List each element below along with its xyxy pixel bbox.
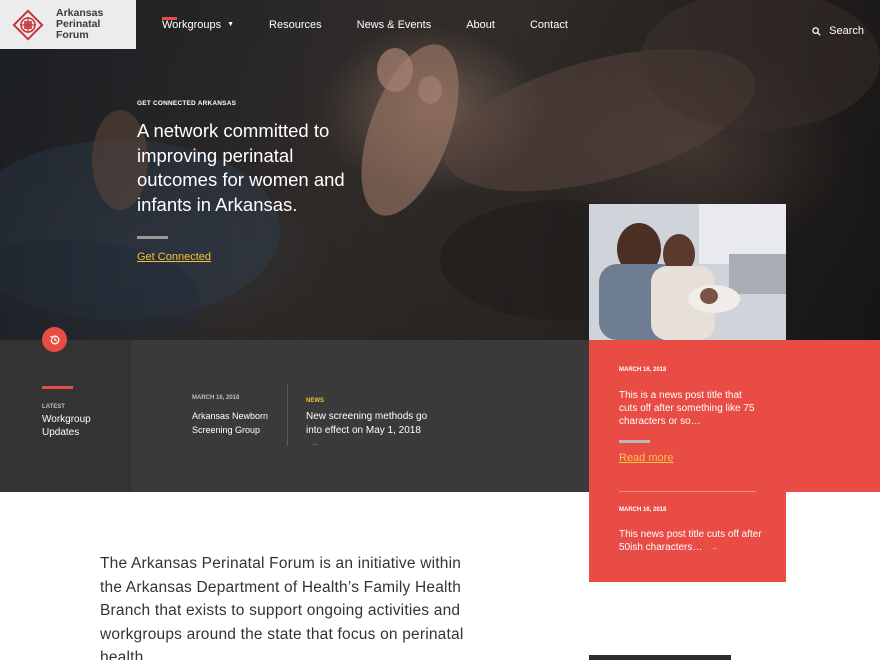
hero-divider (137, 236, 168, 239)
history-button[interactable] (42, 327, 67, 352)
news-divider (619, 440, 650, 443)
latest-label: LATEST (42, 404, 65, 410)
search-label: Search (829, 25, 864, 37)
nav-workgroups[interactable]: Workgroups ▼ (162, 0, 234, 49)
latest-divider (42, 386, 73, 389)
read-more-link[interactable]: Read more (619, 452, 673, 464)
workgroup-date: MARCH 16, 2018 (192, 395, 240, 401)
history-icon (49, 335, 59, 344)
nav-contact[interactable]: Contact (530, 0, 568, 49)
section-bar (589, 655, 731, 660)
nav-label: Resources (269, 18, 322, 31)
news-date: MARCH 16, 2018 (619, 367, 667, 373)
search-icon (812, 26, 821, 36)
search-button[interactable]: Search (812, 0, 864, 62)
caret-down-icon: ▼ (227, 21, 235, 28)
hero-title: A network committed to improving perinat… (137, 120, 345, 215)
nav-news-events[interactable]: News & Events (357, 0, 432, 49)
hero-eyebrow: GET CONNECTED ARKANSAS (137, 100, 237, 107)
news-panel-extension (786, 340, 880, 492)
nav-label: About (466, 18, 495, 31)
news-tag: NEWS (306, 398, 324, 404)
nav-resources[interactable]: Resources (269, 0, 322, 49)
main-nav: Workgroups ▼ Resources News & Events Abo… (162, 0, 603, 49)
news-post-title-link[interactable]: This is a news post title that cuts off … (619, 389, 759, 428)
workgroup-title-link[interactable]: Arkansas Newborn Screening Group (192, 409, 282, 437)
intro-paragraph: The Arkansas Perinatal Forum is an initi… (100, 555, 464, 660)
get-connected-link[interactable]: Get Connected (137, 251, 211, 263)
logo-line: Forum (56, 29, 89, 41)
column-divider (287, 384, 288, 446)
news-separator (619, 491, 756, 492)
nav-label: Contact (529, 18, 568, 31)
family-photo (589, 204, 786, 340)
nav-label: Workgroups (162, 18, 222, 31)
news-post-title-link[interactable]: This news post title cuts off after 50is… (619, 528, 769, 554)
logo-wordmark: Arkansas Perinatal Forum (56, 8, 103, 41)
site-logo[interactable]: Arkansas Perinatal Forum (0, 0, 136, 49)
latest-title: Workgroup Updates (42, 414, 91, 438)
arrow-right-icon[interactable]: → (310, 438, 319, 448)
news-date: MARCH 16, 2018 (619, 507, 667, 513)
forum-emblem-icon (12, 8, 44, 41)
news-post-title: This news post title cuts off after 50is… (619, 529, 762, 553)
news-title-link[interactable]: New screening methods go into effect on … (306, 410, 436, 438)
arrow-right-icon: → (709, 542, 719, 552)
nav-about[interactable]: About (466, 0, 495, 49)
nav-label: News & Events (356, 18, 432, 31)
